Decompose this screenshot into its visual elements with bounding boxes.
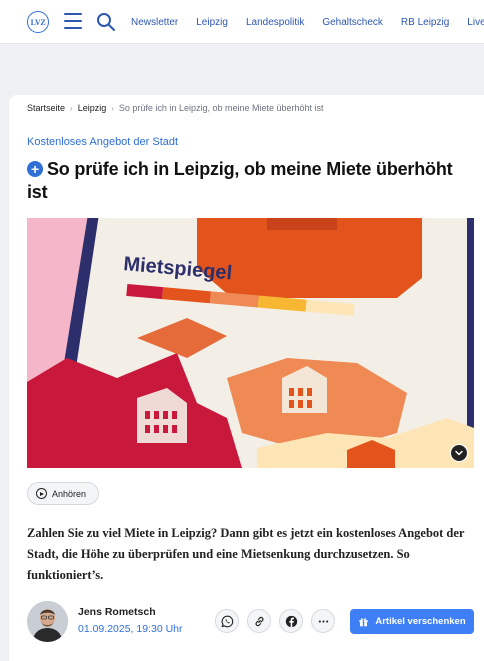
more-icon: [318, 619, 328, 623]
nav-item-newsletter[interactable]: Newsletter: [131, 17, 178, 28]
listen-label: Anhören: [52, 488, 87, 499]
lvz-logo[interactable]: LVZ: [27, 11, 49, 33]
more-options-button[interactable]: [311, 609, 335, 633]
top-navigation: LVZ Newsletter Leipzig Landespolitik Geh…: [0, 0, 484, 44]
listen-button[interactable]: Anhören: [27, 482, 100, 505]
main-nav: Newsletter Leipzig Landespolitik Gehalts…: [131, 0, 484, 43]
menu-icon[interactable]: [64, 13, 82, 29]
chevron-right-icon: ›: [70, 103, 73, 113]
page-title: + So prüfe ich in Leipzig, ob meine Miete…: [27, 158, 472, 204]
author-row: Jens Rometsch 01.09.2025, 19:30 Uhr Arti…: [27, 601, 477, 643]
whatsapp-icon: [221, 615, 233, 627]
nav-item-rb-leipzig[interactable]: RB Leipzig: [401, 17, 449, 28]
nav-item-live[interactable]: Live-Fu: [467, 17, 484, 28]
share-whatsapp-button[interactable]: [215, 609, 239, 633]
avatar[interactable]: [27, 601, 68, 642]
chevron-right-icon: ›: [111, 103, 114, 113]
headline-text: So prüfe ich in Leipzig, ob meine Miete …: [27, 159, 453, 202]
share-facebook-button[interactable]: [279, 609, 303, 633]
hero-image[interactable]: Mietspiegel: [27, 218, 474, 468]
article-card: Startseite › Leipzig › So prüfe ich in L…: [9, 95, 484, 661]
facebook-icon: [285, 615, 297, 627]
author-name[interactable]: Jens Rometsch: [78, 606, 156, 618]
breadcrumb-home[interactable]: Startseite: [27, 103, 65, 113]
breadcrumb-section[interactable]: Leipzig: [78, 103, 107, 113]
gift-article-button[interactable]: Artikel verschenken: [350, 609, 474, 634]
gift-icon: [359, 618, 368, 627]
breadcrumb: Startseite › Leipzig › So prüfe ich in L…: [27, 103, 324, 113]
publish-date: 01.09.2025, 19:30 Uhr: [78, 623, 183, 635]
article-teaser: Zahlen Sie zu viel Miete in Leipzig? Dan…: [27, 526, 465, 582]
share-link-button[interactable]: [247, 609, 271, 633]
search-icon[interactable]: [96, 12, 116, 32]
article-kicker: Kostenloses Angebot der Stadt: [27, 136, 179, 148]
author-photo: [27, 601, 68, 642]
plus-badge-icon: +: [27, 161, 43, 177]
chevron-down-icon: [455, 450, 463, 456]
breadcrumb-current: So prüfe ich in Leipzig, ob meine Miete …: [118, 103, 324, 113]
link-icon: [255, 616, 263, 626]
play-icon: [36, 488, 47, 499]
nav-item-gehaltscheck[interactable]: Gehaltscheck: [322, 17, 383, 28]
gift-label: Artikel verschenken: [375, 616, 466, 627]
nav-item-landespolitik[interactable]: Landespolitik: [246, 17, 304, 28]
nav-item-leipzig[interactable]: Leipzig: [196, 17, 228, 28]
mietspiegel-illustration: Mietspiegel: [27, 218, 474, 468]
expand-image-button[interactable]: [450, 444, 468, 462]
